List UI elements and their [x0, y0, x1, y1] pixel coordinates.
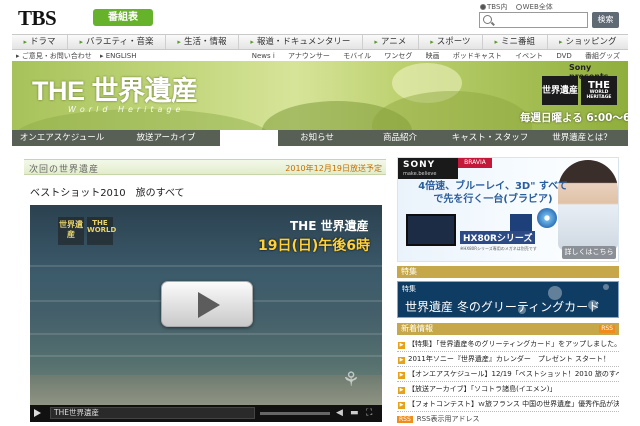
link-movie[interactable]: 映画 — [426, 52, 440, 60]
ad-brand: SONY — [403, 160, 436, 170]
program-guide-button[interactable]: 番組表 — [93, 9, 153, 26]
radio-icon — [480, 4, 486, 10]
link-dvd[interactable]: DVD — [556, 52, 571, 60]
page: TBS 番組表 TBS内 WEB全体 検索 ドラマ バラエティ・音楽 生活・情報… — [0, 0, 640, 426]
secondary-nav: ▸ ご意見・お問い合わせ ▸ ENGLISH News i アナウンサー モバイ… — [12, 50, 628, 61]
news-list: ▶ 【特集】「世界遺産冬のグリーティングカード」をアップしました。 ▶ 2011年ソ… — [397, 337, 619, 412]
ad-tagline: make.believe — [403, 171, 437, 177]
video-caption: THE世界遺産 — [50, 407, 255, 419]
program-logo: 世界遺産 THE WORLD HERITAGE — [542, 76, 618, 105]
hero-banner: THE 世界遺産 World Heritage Sony presents 世界… — [12, 61, 628, 130]
video-logo-en: THE WORLD — [87, 217, 116, 245]
ad-headline: 4倍速、ブルーレイ、3D" すべてで先を行く一台(ブラビア) — [418, 181, 568, 205]
scope-web[interactable]: WEB全体 — [515, 3, 553, 11]
link-oneseg[interactable]: ワンセグ — [384, 52, 412, 60]
walking-figure-icon: ⚘ — [342, 367, 360, 391]
video-logo-jp: 世界遺産 — [58, 217, 84, 245]
episode-title: ベストショット2010 旅のすべて — [30, 188, 185, 199]
news-item[interactable]: ▶ 2011年ソニー『世界遺産』カレンダー プレゼント スタート！ — [397, 352, 619, 367]
video-show-title: THE 世界遺産 — [290, 219, 369, 233]
sony-bravia-ad[interactable]: SONY make.believe BRAVIA 4倍速、ブルーレイ、3D" す… — [397, 157, 619, 262]
banner-title: THE 世界遺産 — [32, 76, 198, 106]
greeting-tag: 特集 — [402, 285, 416, 293]
primary-nav: ドラマ バラエティ・音楽 生活・情報 報道・ドキュメンタリー アニメ スポーツ … — [12, 34, 628, 50]
tab-archive[interactable]: 放送アーカイブ — [112, 130, 220, 146]
english-link[interactable]: ▸ ENGLISH — [100, 52, 137, 60]
tv-image — [406, 214, 456, 246]
search-button[interactable]: 検索 — [592, 12, 619, 28]
news-item[interactable]: ▶ 【放送アーカイブ】「ソコトラ諸島(イエメン)」 — [397, 382, 619, 397]
disc-icon — [537, 208, 557, 228]
link-goods[interactable]: 番組グッズ — [585, 52, 620, 60]
scope-tbs[interactable]: TBS内 — [480, 3, 507, 11]
player-controls: THE世界遺産 ◀ ▬ ⛶ — [30, 405, 382, 422]
next-episode: 次回の世界遺産 2010年12月19日放送予定 ベストショット2010 旅のすべ… — [24, 159, 386, 422]
arrow-icon: ▶ — [398, 357, 405, 364]
tbs-logo[interactable]: TBS — [18, 6, 57, 31]
nav-variety-music[interactable]: バラエティ・音楽 — [66, 35, 165, 49]
top-bar: TBS 番組表 TBS内 WEB全体 検索 — [0, 0, 640, 34]
tab-current[interactable] — [220, 130, 278, 146]
airtime: 毎週日曜よる 6:00～6:30 — [520, 112, 628, 124]
arrow-icon: ▶ — [398, 387, 405, 394]
nav-anime[interactable]: アニメ — [361, 35, 418, 49]
tab-about-heritage[interactable]: 世界遺産とは？ — [536, 130, 628, 146]
nav-lifestyle-info[interactable]: 生活・情報 — [164, 35, 238, 49]
logo-world-heritage-jp: 世界遺産 — [542, 76, 578, 105]
news-item[interactable]: ▶ 【フォトコンテスト】ｗ旅フランス 中国の世界遺産」優秀作品が決定！ — [397, 397, 619, 412]
link-news-i[interactable]: News i — [252, 52, 275, 60]
video-program-logo: 世界遺産 THE WORLD — [58, 217, 116, 245]
volume-icon[interactable]: ◀ — [336, 408, 343, 418]
greeting-card-banner[interactable]: 特集 世界遺産 冬のグリーティングカード — [397, 281, 619, 318]
nav-shopping[interactable]: ショッピング — [546, 35, 628, 49]
tab-cast-staff[interactable]: キャスト・スタッフ — [444, 130, 536, 146]
rss-address-link[interactable]: RSS RSS表示用アドレス — [397, 414, 619, 424]
next-episode-label: 次回の世界遺産 — [29, 165, 100, 175]
link-announcer[interactable]: アナウンサー — [288, 52, 330, 60]
banner-subtitle: World Heritage — [68, 105, 185, 114]
video-player[interactable]: 世界遺産 THE WORLD THE 世界遺産 19日(日)午後6時 ⚘ THE… — [30, 205, 382, 422]
seek-bar[interactable] — [260, 412, 330, 415]
search-scope: TBS内 WEB全体 — [480, 2, 559, 12]
tab-onair-schedule[interactable]: オンエアスケジュール — [12, 130, 112, 146]
program-tabs: オンエアスケジュール 放送アーカイブ お知らせ 商品紹介 キャスト・スタッフ 世… — [12, 130, 628, 146]
ad-fine-print: ※HX80Rシリーズ専用のメガネは別売です — [460, 246, 537, 251]
arrow-icon: ▶ — [398, 372, 405, 379]
nav-news-documentary[interactable]: 報道・ドキュメンタリー — [237, 35, 362, 49]
news-item[interactable]: ▶ 【特集】「世界遺産冬のグリーティングカード」をアップしました。 — [397, 337, 619, 352]
fullscreen-icon[interactable]: ⛶ — [366, 408, 372, 418]
arrow-icon: ▶ — [398, 342, 405, 349]
tab-news[interactable]: お知らせ — [278, 130, 356, 146]
nav-sports[interactable]: スポーツ — [417, 35, 482, 49]
next-episode-header: 次回の世界遺産 2010年12月19日放送予定 — [24, 159, 386, 175]
play-control-icon[interactable] — [34, 409, 41, 417]
radio-icon — [515, 4, 522, 10]
ad-series: HX80Rシリーズ — [460, 231, 536, 244]
broadcast-date: 2010年12月19日放送予定 — [285, 164, 382, 173]
news-item[interactable]: ▶ 【オンエアスケジュール】12/19「ベストショット！2010 旅のすべ... — [397, 367, 619, 382]
ad-product: BRAVIA — [458, 158, 492, 168]
link-event[interactable]: イベント — [515, 52, 543, 60]
play-button[interactable] — [161, 281, 253, 327]
tab-products[interactable]: 商品紹介 — [356, 130, 444, 146]
news-heading: 新着情報 RSS — [397, 323, 619, 335]
volume-slider-icon[interactable]: ▬ — [350, 408, 359, 418]
greeting-text: 世界遺産 冬のグリーティングカード — [405, 300, 601, 314]
nav-drama[interactable]: ドラマ — [12, 35, 67, 49]
link-mobile[interactable]: モバイル — [343, 52, 371, 60]
ad-details-button[interactable]: 詳しくはこちら — [562, 246, 616, 259]
logo-the-world-heritage: THE WORLD HERITAGE — [581, 76, 617, 105]
arrow-icon: ▶ — [398, 402, 405, 409]
video-air-time: 19日(日)午後6時 — [258, 238, 371, 254]
search-input[interactable] — [479, 12, 588, 28]
link-podcast[interactable]: ポッドキャスト — [453, 52, 502, 60]
news-rss-badge[interactable]: RSS — [599, 325, 615, 333]
contact-link[interactable]: ▸ ご意見・お問い合わせ — [16, 52, 92, 60]
nav-mini-programs[interactable]: ミニ番組 — [482, 35, 546, 49]
play-icon — [198, 292, 220, 318]
rss-badge: RSS — [397, 416, 413, 423]
search-icon — [483, 15, 492, 24]
special-heading: 特集 — [397, 266, 619, 278]
